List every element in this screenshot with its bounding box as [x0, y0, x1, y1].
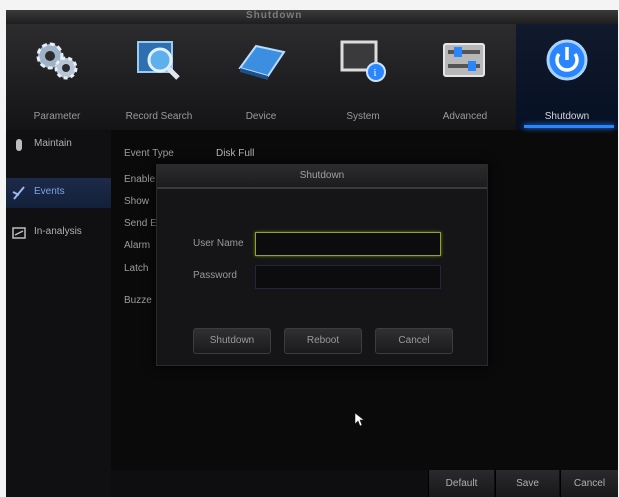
setting-label: Send E — [124, 218, 157, 229]
username-label: User Name — [193, 238, 244, 249]
nav-label: Parameter — [33, 111, 81, 122]
sidebar-item-label: In-analysis — [34, 226, 82, 237]
nav-label: System — [346, 111, 380, 122]
sliders-icon — [443, 43, 485, 77]
sidebar-item-events[interactable]: Events — [6, 178, 111, 208]
power-icon — [546, 39, 588, 81]
hard-drive-icon — [238, 44, 286, 80]
events-icon — [12, 186, 25, 200]
top-navigation: Parameter Record Search Device i System — [6, 24, 618, 130]
sidebar: Maintain Events In-analysis — [6, 130, 111, 497]
nav-label: Shutdown — [544, 111, 590, 122]
nav-device[interactable]: Device — [210, 24, 312, 130]
setting-label: Alarm — [124, 240, 151, 251]
nav-record-search[interactable]: Record Search — [108, 24, 210, 130]
default-button[interactable]: Default — [428, 470, 494, 497]
cancel-button[interactable]: Cancel — [560, 470, 618, 497]
username-field[interactable] — [255, 232, 441, 256]
nav-label: Device — [245, 111, 277, 122]
setting-label: Show — [124, 196, 150, 207]
save-button[interactable]: Save — [495, 470, 559, 497]
svg-text:i: i — [374, 67, 377, 79]
nav-label: Advanced — [442, 111, 488, 122]
setting-label: Buzze — [124, 295, 152, 306]
gears-icon — [36, 42, 78, 80]
dialog-cancel-button[interactable]: Cancel — [375, 328, 453, 354]
sidebar-item-in-analysis[interactable]: In-analysis — [6, 218, 111, 248]
setting-label: Latch — [124, 263, 149, 274]
title-bar: Shutdown — [6, 10, 618, 24]
nav-parameter[interactable]: Parameter — [6, 24, 108, 130]
password-field[interactable] — [255, 265, 441, 289]
nav-system[interactable]: i System — [312, 24, 414, 130]
bottom-bar: Default Save Cancel — [111, 470, 618, 497]
dvr-screen: Shutdown Parameter Record Search Device … — [6, 10, 618, 497]
sidebar-item-label: Events — [34, 186, 65, 197]
dialog-reboot-button[interactable]: Reboot — [284, 328, 362, 354]
setting-label: Enable — [124, 174, 156, 185]
dialog-title: Shutdown — [157, 165, 487, 189]
sidebar-item-maintain[interactable]: Maintain — [6, 130, 111, 160]
event-type-select[interactable]: Disk Full — [216, 148, 254, 159]
active-underline — [524, 125, 614, 128]
monitor-info-icon: i — [340, 40, 386, 82]
password-label: Password — [193, 270, 237, 281]
shutdown-dialog: Shutdown User Name Password Shutdown Reb… — [156, 164, 488, 366]
dialog-shutdown-button[interactable]: Shutdown — [193, 328, 271, 354]
maintain-icon — [16, 139, 22, 151]
nav-label: Record Search — [125, 111, 193, 122]
magnifier-icon — [137, 41, 180, 80]
window-title: Shutdown — [246, 10, 303, 21]
nav-advanced[interactable]: Advanced — [414, 24, 516, 130]
analysis-icon — [12, 227, 26, 239]
sidebar-item-label: Maintain — [34, 138, 72, 149]
mouse-cursor-icon — [355, 413, 365, 427]
nav-shutdown[interactable]: Shutdown — [516, 24, 618, 130]
event-type-label: Event Type — [124, 148, 174, 159]
